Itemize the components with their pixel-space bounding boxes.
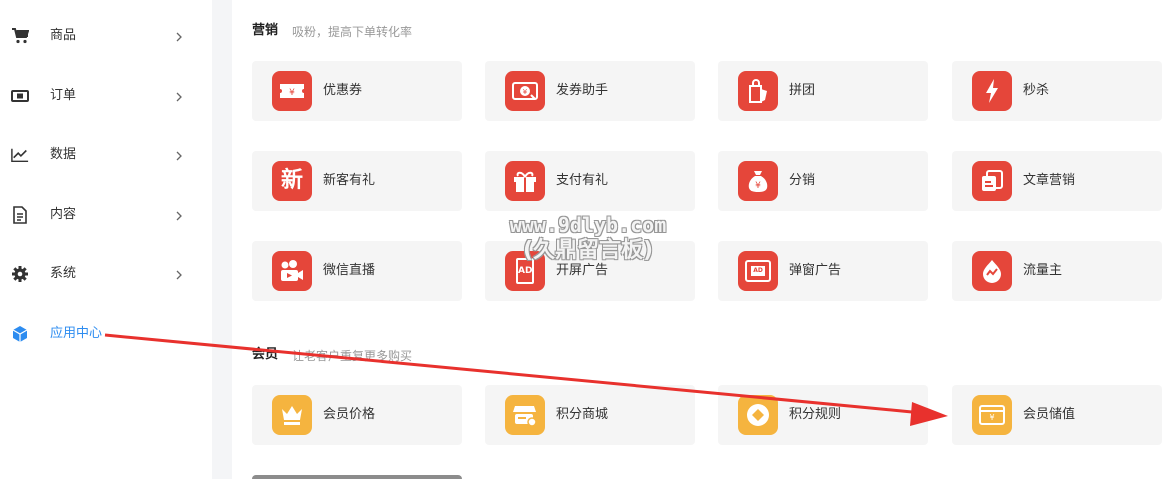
- app-card-new-customer-gift[interactable]: 新 新客有礼: [252, 151, 462, 211]
- sidebar-item-data[interactable]: 数据: [0, 135, 212, 175]
- sidebar-item-label: 内容: [50, 207, 77, 222]
- points-rule-icon: [738, 395, 778, 435]
- popup-ad-glyph: AD: [751, 266, 765, 276]
- cube-icon: [11, 325, 29, 343]
- popup-frame: AD: [745, 260, 771, 282]
- app-card-label: 秒杀: [1023, 83, 1050, 98]
- app-card-label: 积分规则: [789, 407, 842, 422]
- traffic-icon: [972, 251, 1012, 291]
- app-card-label: 弹窗广告: [789, 263, 842, 278]
- sidebar-item-orders[interactable]: 订单: [0, 76, 212, 116]
- app-card-member-stored-value[interactable]: ¥ 会员储值: [952, 385, 1162, 445]
- wallet-glyph: ¥: [989, 413, 995, 422]
- app-card-label: 优惠券: [323, 83, 363, 98]
- app-card-coupon[interactable]: ¥ 优惠券: [252, 61, 462, 121]
- money-bag-icon: ¥: [738, 161, 778, 201]
- video-camera-icon: [272, 251, 312, 291]
- app-card-label: 会员储值: [1023, 407, 1076, 422]
- app-card-label: 流量主: [1023, 263, 1063, 278]
- sidebar-item-system[interactable]: 系统: [0, 254, 212, 294]
- app-center-panel: 营销 吸粉，提高下单转化率 ¥ 优惠券 ¥ 发券助手 拼团 秒杀 新 新客有礼: [232, 0, 1176, 479]
- sidebar-item-label: 应用中心: [50, 326, 103, 341]
- new-customer-glyph: 新: [280, 168, 303, 193]
- app-card-popup-ad[interactable]: AD 弹窗广告: [718, 241, 928, 301]
- app-card-label: 积分商城: [556, 407, 609, 422]
- app-card-coupon-assistant[interactable]: ¥ 发券助手: [485, 61, 695, 121]
- chart-line-icon: [11, 146, 29, 164]
- sidebar-item-label: 数据: [50, 147, 77, 162]
- app-card-traffic-master[interactable]: 流量主: [952, 241, 1162, 301]
- section-title-marketing: 营销: [252, 23, 279, 38]
- sidebar-item-content[interactable]: 内容: [0, 195, 212, 235]
- gear-icon: [11, 265, 29, 283]
- wallet-icon: ¥: [972, 395, 1012, 435]
- section-title-member: 会员: [252, 347, 279, 362]
- section-subtitle-member: 让老客户重复更多购买: [292, 349, 413, 363]
- chevron-right-icon: [175, 148, 183, 162]
- app-card-points-mall[interactable]: 积分商城: [485, 385, 695, 445]
- coupon-icon: ¥: [272, 71, 312, 111]
- app-card-distribution[interactable]: ¥ 分销: [718, 151, 928, 211]
- app-card-flash-sale[interactable]: 秒杀: [952, 61, 1162, 121]
- app-card-label: 新客有礼: [323, 173, 376, 188]
- app-card-label: 微信直播: [323, 263, 376, 278]
- app-card-partial[interactable]: [252, 475, 462, 479]
- sidebar-item-products[interactable]: 商品: [0, 16, 212, 56]
- splash-ad-glyph: AD: [516, 258, 534, 284]
- svg-text:¥: ¥: [755, 181, 761, 191]
- sidebar: 商品 订单 数据 内容 系统 应用中心: [0, 0, 212, 479]
- app-card-group-buy[interactable]: 拼团: [718, 61, 928, 121]
- popup-ad-icon: AD: [738, 251, 778, 291]
- layout-gap: [212, 0, 232, 479]
- section-subtitle-marketing: 吸粉，提高下单转化率: [292, 25, 413, 39]
- sidebar-item-label: 商品: [50, 28, 77, 43]
- chevron-right-icon: [175, 29, 183, 43]
- svg-text:¥: ¥: [289, 88, 295, 98]
- article-icon: [972, 161, 1012, 201]
- chevron-right-icon: [175, 208, 183, 222]
- new-customer-icon: 新: [272, 161, 312, 201]
- coupon-send-icon: ¥: [505, 71, 545, 111]
- app-card-label: 发券助手: [556, 83, 609, 98]
- sidebar-item-label: 订单: [50, 88, 77, 103]
- cart-icon: [11, 27, 29, 45]
- app-card-label: 拼团: [789, 83, 816, 98]
- chevron-right-icon: [175, 89, 183, 103]
- svg-text:¥: ¥: [523, 88, 528, 96]
- chevron-right-icon: [175, 267, 183, 281]
- group-buy-icon: [738, 71, 778, 111]
- points-mall-icon: [505, 395, 545, 435]
- app-card-points-rules[interactable]: 积分规则: [718, 385, 928, 445]
- app-card-label: 文章营销: [1023, 173, 1076, 188]
- crown-icon: [272, 395, 312, 435]
- app-card-label: 分销: [789, 173, 816, 188]
- sidebar-item-label: 系统: [50, 266, 77, 281]
- app-card-payment-gift[interactable]: 支付有礼: [485, 151, 695, 211]
- lightning-icon: [972, 71, 1012, 111]
- money-icon: [11, 87, 29, 105]
- app-card-article-marketing[interactable]: 文章营销: [952, 151, 1162, 211]
- app-card-label: 会员价格: [323, 407, 376, 422]
- wallet-frame: ¥: [979, 405, 1005, 425]
- splash-ad-icon: AD: [505, 251, 545, 291]
- app-card-label: 支付有礼: [556, 173, 609, 188]
- gift-icon: [505, 161, 545, 201]
- document-icon: [11, 206, 29, 224]
- sidebar-item-app-center[interactable]: 应用中心: [0, 314, 212, 354]
- app-card-label: 开屏广告: [556, 263, 609, 278]
- app-card-wechat-live[interactable]: 微信直播: [252, 241, 462, 301]
- app-card-splash-ad[interactable]: AD 开屏广告: [485, 241, 695, 301]
- app-card-member-price[interactable]: 会员价格: [252, 385, 462, 445]
